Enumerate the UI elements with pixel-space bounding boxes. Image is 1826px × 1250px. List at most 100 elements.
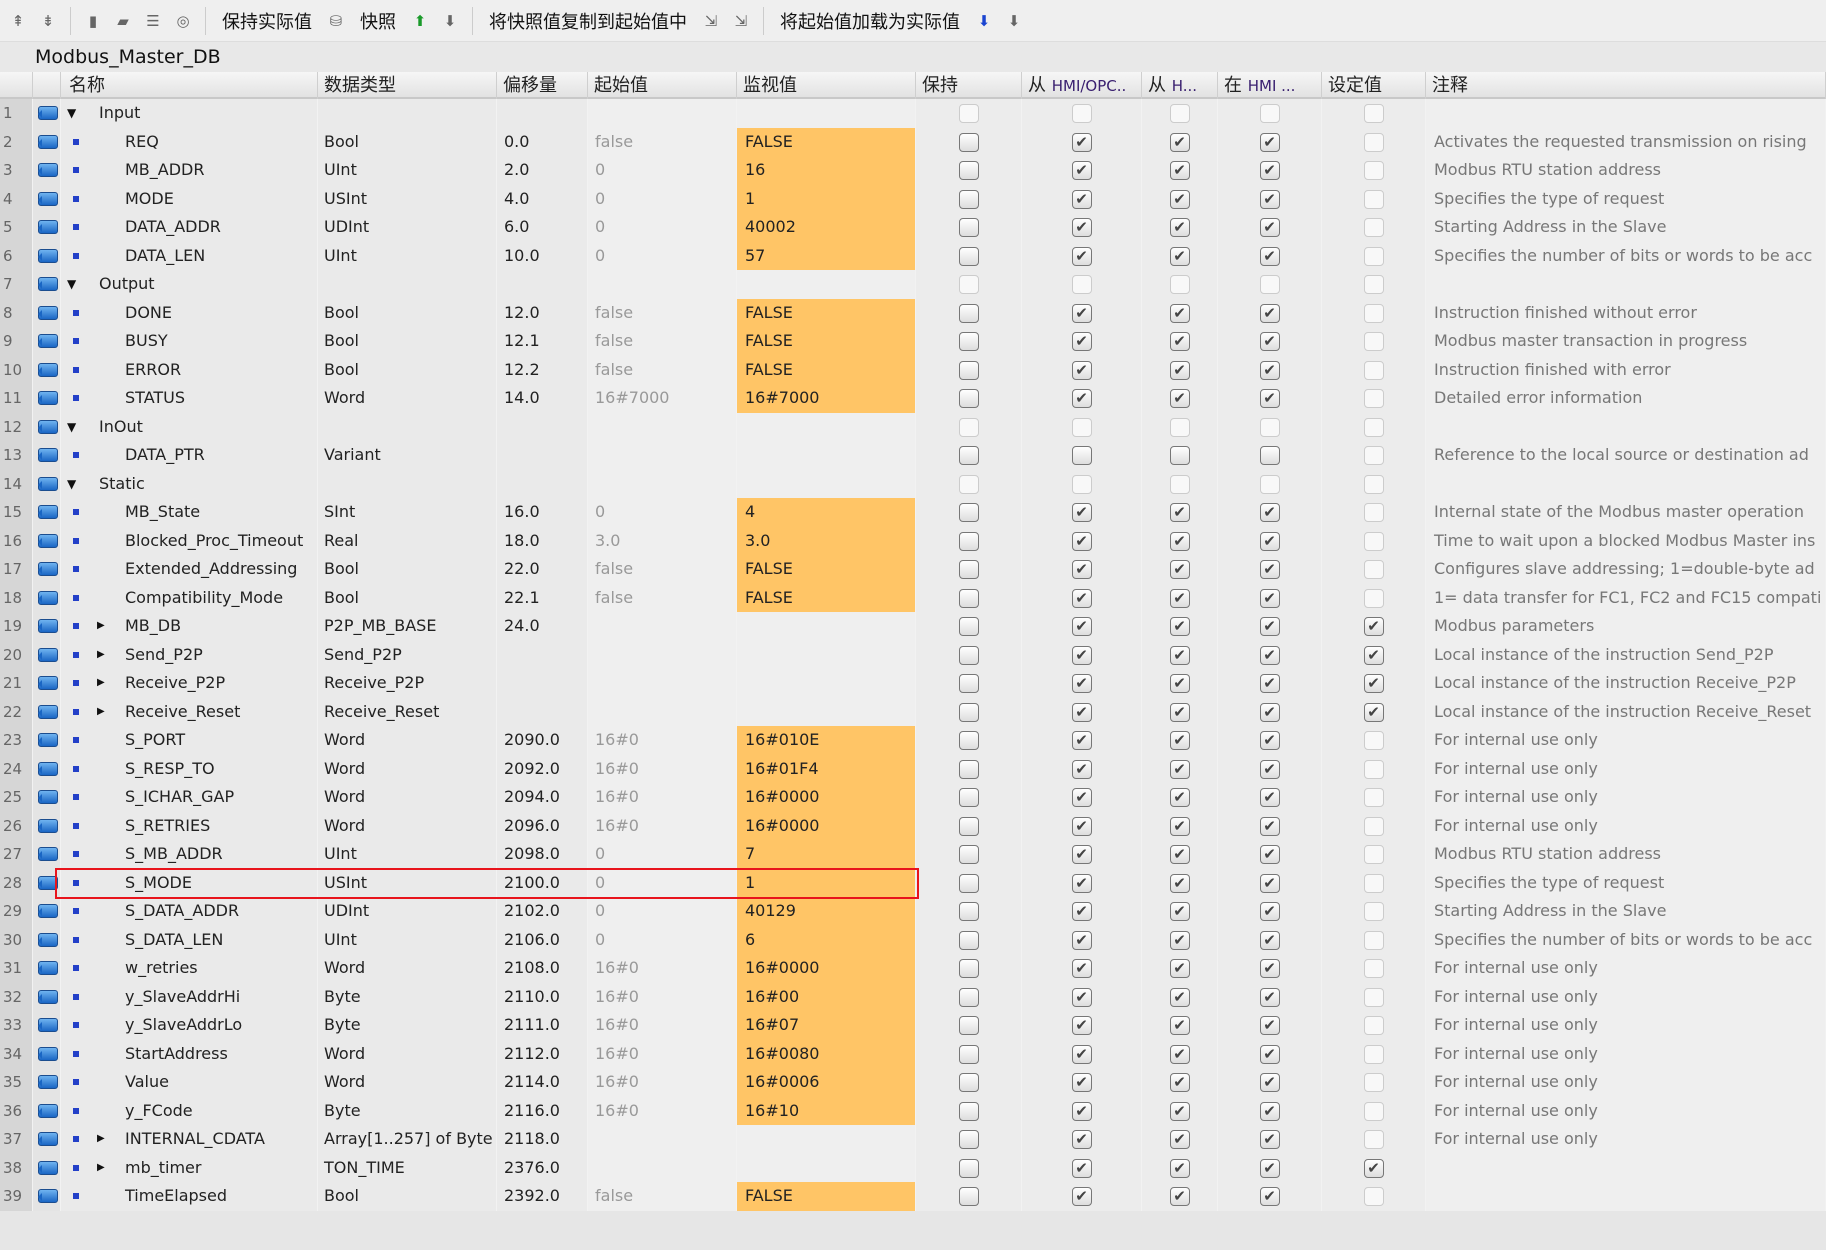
list-icon[interactable]: ☰ <box>141 9 165 33</box>
datatype-cell[interactable]: Bool <box>318 355 497 384</box>
expand-triangle-icon[interactable]: ▶ <box>97 698 105 727</box>
setpoint-checkbox[interactable] <box>1363 218 1384 237</box>
accessible-hmi-opc-checkbox[interactable]: ✔ <box>1071 246 1092 266</box>
visible-hmi-checkbox[interactable] <box>1259 474 1280 494</box>
accessible-hmi-opc-checkbox[interactable]: ✔ <box>1071 959 1092 978</box>
table-row[interactable]: 34 StartAddress Word 2112.0 16#0 16#0080 ✔ ✔ ✔ Fo… <box>0 1039 1826 1068</box>
start-value-cell[interactable]: 16#0 <box>588 1039 737 1068</box>
name-cell[interactable]: ▶ INTERNAL_CDATA <box>61 1125 318 1154</box>
accessible-hmi-opc-checkbox[interactable]: ✔ <box>1071 702 1092 722</box>
start-value-cell[interactable]: 16#0 <box>588 1096 737 1125</box>
name-cell[interactable]: S_MB_ADDR <box>61 840 318 869</box>
monitor-value-cell[interactable]: 16#0080 <box>737 1039 916 1068</box>
accessible-hmi-opc-checkbox[interactable]: ✔ <box>1071 1101 1092 1121</box>
datatype-cell[interactable]: USInt <box>318 868 497 897</box>
name-cell[interactable]: MB_ADDR <box>61 156 318 185</box>
datatype-cell[interactable]: UInt <box>318 156 497 185</box>
comment-cell[interactable]: For internal use only <box>1426 783 1826 812</box>
monitor-value-cell[interactable]: 16#0000 <box>737 954 916 983</box>
comment-cell[interactable] <box>1426 1182 1826 1211</box>
accessible-hmi-opc-checkbox[interactable]: ✔ <box>1071 503 1092 522</box>
start-value-cell[interactable]: 16#7000 <box>588 384 737 413</box>
header-comment[interactable]: 注释 <box>1426 72 1826 99</box>
start-value-cell[interactable] <box>588 412 737 441</box>
name-cell[interactable]: S_ICHAR_GAP <box>61 783 318 812</box>
name-cell[interactable]: DONE <box>61 298 318 327</box>
monitor-value-cell[interactable] <box>737 99 916 128</box>
comment-cell[interactable]: For internal use only <box>1426 1125 1826 1154</box>
retain-checkbox[interactable] <box>958 104 979 123</box>
visible-hmi-checkbox[interactable]: ✔ <box>1259 531 1280 551</box>
name-cell[interactable]: REQ <box>61 127 318 156</box>
datatype-cell[interactable]: Send_P2P <box>318 640 497 669</box>
visible-hmi-checkbox[interactable]: ✔ <box>1259 503 1280 522</box>
accessible-hmi-opc-checkbox[interactable]: ✔ <box>1071 1130 1092 1149</box>
table-row[interactable]: 35 Value Word 2114.0 16#0 16#0006 ✔ ✔ ✔ For inter… <box>0 1068 1826 1097</box>
camera-download-icon[interactable]: ⬇ <box>438 9 462 33</box>
start-value-cell[interactable]: 16#0 <box>588 1068 737 1097</box>
table-row[interactable]: 6 DATA_LEN UInt 10.0 0 57 ✔ ✔ ✔ Specifies the num… <box>0 241 1826 270</box>
monitor-value-cell[interactable]: 57 <box>737 241 916 270</box>
writable-hmi-checkbox[interactable]: ✔ <box>1169 1073 1190 1092</box>
start-value-cell[interactable]: 0 <box>588 840 737 869</box>
copy-snapshot-2-icon[interactable]: ⇲ <box>729 9 753 33</box>
name-cell[interactable]: Extended_Addressing <box>61 555 318 584</box>
monitor-value-cell[interactable]: FALSE <box>737 1182 916 1211</box>
collapse-triangle-icon[interactable]: ▼ <box>67 270 76 299</box>
comment-cell[interactable]: Starting Address in the Slave <box>1426 213 1826 242</box>
setpoint-checkbox[interactable] <box>1363 588 1384 608</box>
retain-checkbox[interactable] <box>958 1187 979 1206</box>
retain-checkbox[interactable] <box>958 474 979 494</box>
accessible-hmi-opc-checkbox[interactable]: ✔ <box>1071 816 1092 836</box>
datatype-cell[interactable]: UDInt <box>318 213 497 242</box>
monitor-value-cell[interactable]: 7 <box>737 840 916 869</box>
retain-checkbox[interactable] <box>958 332 979 351</box>
header-offset[interactable]: 偏移量 <box>497 72 588 99</box>
visible-hmi-checkbox[interactable]: ✔ <box>1259 759 1280 779</box>
setpoint-checkbox[interactable] <box>1363 1016 1384 1035</box>
retain-checkbox[interactable] <box>958 531 979 551</box>
start-value-cell[interactable]: 0 <box>588 184 737 213</box>
name-cell[interactable]: Compatibility_Mode <box>61 583 318 612</box>
writable-hmi-checkbox[interactable]: ✔ <box>1169 531 1190 551</box>
comment-cell[interactable]: Reference to the local source or destina… <box>1426 441 1826 470</box>
start-value-cell[interactable]: 16#0 <box>588 982 737 1011</box>
retain-checkbox[interactable] <box>958 702 979 722</box>
retain-checkbox[interactable] <box>958 275 979 294</box>
table-row[interactable]: 27 S_MB_ADDR UInt 2098.0 0 7 ✔ ✔ ✔ Modbus RTU sta… <box>0 840 1826 869</box>
retain-checkbox[interactable] <box>958 645 979 665</box>
start-value-cell[interactable]: 0 <box>588 925 737 954</box>
header-monitor-value[interactable]: 监视值 <box>737 72 916 99</box>
accessible-hmi-opc-checkbox[interactable]: ✔ <box>1071 987 1092 1007</box>
writable-hmi-checkbox[interactable]: ✔ <box>1169 389 1190 408</box>
datatype-cell[interactable]: TON_TIME <box>318 1153 497 1182</box>
collapse-triangle-icon[interactable]: ▼ <box>67 470 76 499</box>
retain-checkbox[interactable] <box>958 959 979 978</box>
retain-checkbox[interactable] <box>958 218 979 237</box>
retain-checkbox[interactable] <box>958 1130 979 1149</box>
writable-hmi-checkbox[interactable]: ✔ <box>1169 731 1190 750</box>
toolbar-button[interactable]: 将快照值复制到起始值中 <box>483 8 693 34</box>
insert-row-above-icon[interactable]: ⇞ <box>6 9 30 33</box>
comment-cell[interactable]: Local instance of the instruction Send_P… <box>1426 640 1826 669</box>
datatype-cell[interactable]: SInt <box>318 498 497 527</box>
name-cell[interactable]: ▼ Input <box>61 99 318 128</box>
writable-hmi-checkbox[interactable] <box>1169 104 1190 123</box>
accessible-hmi-opc-checkbox[interactable] <box>1071 446 1092 465</box>
header-writable-hmi[interactable]: 从 H... <box>1142 72 1218 99</box>
visible-hmi-checkbox[interactable]: ✔ <box>1259 702 1280 722</box>
setpoint-checkbox[interactable] <box>1363 303 1384 323</box>
visible-hmi-checkbox[interactable]: ✔ <box>1259 246 1280 266</box>
header-accessible-hmi-opc[interactable]: 从 HMI/OPC.. <box>1022 72 1142 99</box>
retain-checkbox[interactable] <box>958 588 979 608</box>
name-cell[interactable]: Value <box>61 1068 318 1097</box>
table-row[interactable]: 37 ▶ INTERNAL_CDATA Array[1..257] of Byte 21… <box>0 1125 1826 1154</box>
setpoint-checkbox[interactable] <box>1363 189 1384 209</box>
datatype-cell[interactable]: Word <box>318 783 497 812</box>
setpoint-checkbox[interactable] <box>1363 1073 1384 1092</box>
datatype-cell[interactable]: Word <box>318 754 497 783</box>
monitor-value-cell[interactable]: FALSE <box>737 327 916 356</box>
datatype-cell[interactable]: Byte <box>318 1096 497 1125</box>
retain-checkbox[interactable] <box>958 189 979 209</box>
copy-snapshot-icon[interactable]: ⇲ <box>699 9 723 33</box>
